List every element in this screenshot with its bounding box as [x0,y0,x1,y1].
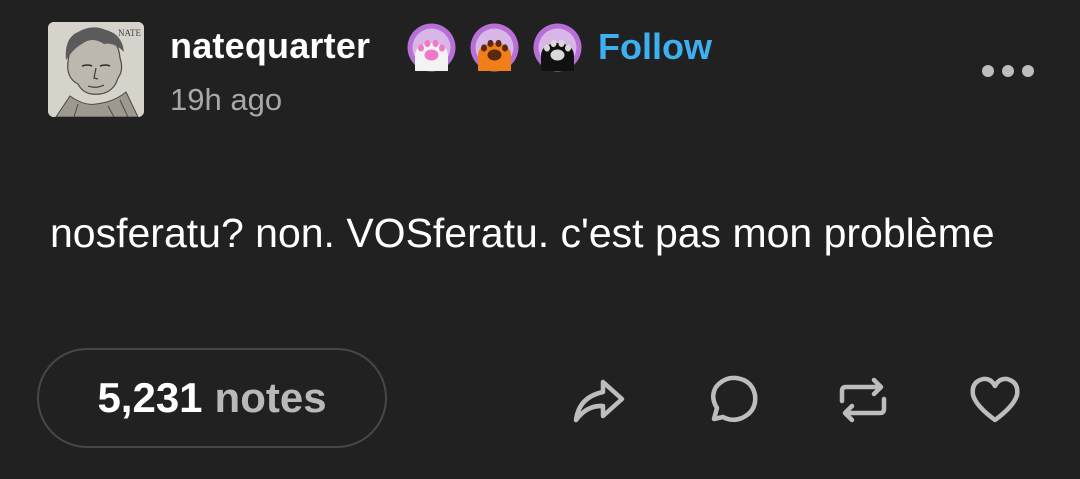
like-button[interactable] [966,373,1024,427]
share-button[interactable] [570,373,628,427]
reply-button[interactable] [702,373,760,427]
username[interactable]: natequarter [170,25,370,67]
share-icon [573,379,625,423]
more-dot-icon [1022,65,1034,77]
paw-black-icon[interactable] [532,22,583,73]
follow-button[interactable]: Follow [598,26,712,68]
svg-text:NATE: NATE [118,28,141,38]
badge-list [406,22,583,73]
reblog-button[interactable] [834,373,892,427]
post-timestamp: 19h ago [170,82,283,117]
more-options-button[interactable] [978,58,1038,84]
more-dot-icon [1002,65,1014,77]
reblog-icon [839,377,887,423]
like-icon [970,376,1020,423]
more-dot-icon [982,65,994,77]
avatar[interactable]: NATE [48,22,144,117]
post-body: nosferatu? non. VOSferatu. c'est pas mon… [50,210,995,256]
paw-orange-icon[interactable] [469,22,520,73]
notes-button[interactable]: 5,231 notes [37,348,387,448]
notes-count: 5,231 [97,374,203,421]
paw-pink-icon[interactable] [406,22,457,73]
reply-icon [711,375,758,422]
avatar-sketch-image: NATE [48,22,144,117]
notes-label: notes [214,374,327,421]
